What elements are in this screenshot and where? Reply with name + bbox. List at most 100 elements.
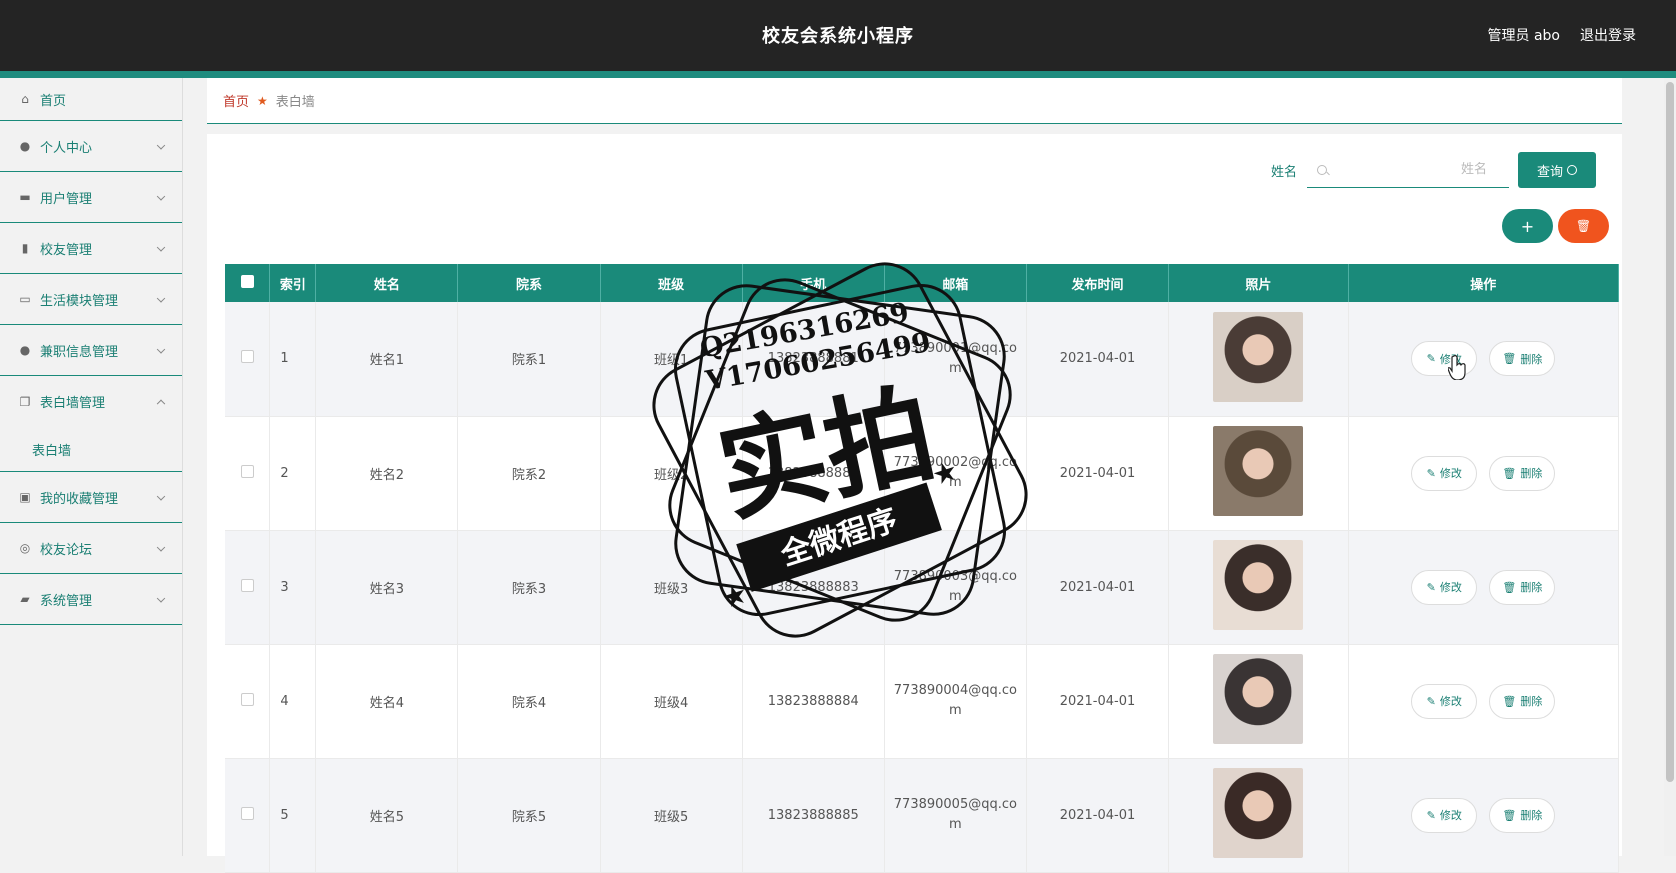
email-line: 773890004@qq.co [893,683,1017,698]
trash-icon: 🗑 [1575,219,1592,233]
search-input[interactable] [1327,162,1487,177]
cell-name: 姓名3 [315,530,459,645]
column-header: 姓名 [315,264,459,302]
cell-time: 2021-04-01 [1026,758,1170,873]
email-line: m [949,475,962,490]
card-icon: ▭ [19,292,31,306]
add-button[interactable]: + [1502,209,1553,243]
email-line: m [949,360,962,376]
row-select-cell [225,758,271,873]
sidebar-item-users[interactable]: ▬ 用户管理 [0,172,182,223]
delete-label: 删除 [1520,467,1543,480]
batch-delete-button[interactable]: 🗑 [1558,209,1609,243]
sidebar-subitem-confession-wall[interactable]: 表白墙 [0,427,182,472]
cell-email: 773890001@qq.co m [884,302,1027,417]
sidebar: ⌂ 首页 ● 个人中心 ▬ 用户管理 ▮ 校友管理 ▭ 生活模块管理 ● 兼职信… [0,78,183,856]
sidebar-item-label: 系统管理 [40,593,93,609]
delete-label: 删除 [1520,809,1543,822]
delete-button[interactable]: 🗑 删除 [1489,341,1556,377]
sidebar-item-parttime[interactable]: ● 兼职信息管理 [0,325,182,376]
edit-label: 修改 [1439,695,1462,708]
pencil-icon: ✎ [1426,466,1436,480]
cell-actions: ✎ 修改 🗑 删除 [1348,530,1620,645]
cell-phone: 13823888884 [742,644,885,759]
chevron-down-icon [156,141,166,150]
delete-button[interactable]: 🗑 删除 [1489,797,1556,833]
delete-button[interactable]: 🗑 删除 [1489,569,1556,605]
cell-index: 2 [269,416,317,531]
edit-button[interactable]: ✎ 修改 [1411,455,1478,491]
email-line: m [949,817,962,832]
cell-dept: 院系4 [457,644,601,759]
pencil-icon: ✎ [1426,694,1436,708]
search-label: 姓名 [1270,164,1297,180]
column-header: 照片 [1168,264,1349,302]
row-checkbox[interactable] [240,806,254,820]
pencil-icon: ✎ [1426,352,1436,366]
person-icon: ● [19,343,31,357]
cell-photo [1168,758,1349,873]
row-checkbox[interactable] [240,350,254,364]
home-icon: ⌂ [21,92,29,106]
edit-button[interactable]: ✎ 修改 [1411,797,1478,833]
plus-icon: + [1520,216,1535,236]
cell-dept: 院系2 [457,416,601,531]
cell-name: 姓名2 [315,416,459,531]
sidebar-item-label: 表白墙管理 [40,396,106,411]
delete-button[interactable]: 🗑 删除 [1489,455,1556,491]
sidebar-item-confession[interactable]: ❐ 表白墙管理 [0,376,182,427]
row-checkbox[interactable] [240,464,254,478]
cell-photo [1168,530,1349,645]
sidebar-item-profile[interactable]: ● 个人中心 [0,121,182,172]
cell-index: 1 [269,302,317,417]
cell-phone: 13823888882 [742,416,885,531]
search-button[interactable]: 查询 [1518,152,1596,188]
sidebar-item-favorites[interactable]: ▣ 我的收藏管理 [0,472,182,523]
portrait-photo[interactable] [1213,540,1304,630]
portrait-photo[interactable] [1213,654,1304,744]
cell-time: 2021-04-01 [1026,302,1170,417]
chat-icon: ▣ [19,490,31,504]
chevron-down-icon [156,543,166,552]
cell-dept: 院系3 [457,530,601,645]
cell-time: 2021-04-01 [1026,644,1170,759]
edit-button[interactable]: ✎ 修改 [1411,569,1478,605]
row-select-cell [225,416,271,531]
cell-actions: ✎ 修改 🗑 删除 [1348,302,1620,417]
edit-button[interactable]: ✎ 修改 [1411,683,1478,719]
table-row: 1 姓名1 院系1 班级1 13823888881 773890001@qq.c… [225,302,1620,417]
scrollbar-thumb[interactable] [1666,82,1674,782]
page-scrollbar[interactable] [1664,78,1676,856]
row-checkbox[interactable] [240,578,254,592]
sidebar-item-home[interactable]: ⌂ 首页 [0,78,182,121]
portrait-photo[interactable] [1213,426,1304,516]
content-card: 姓名 查询 + 🗑 索引 姓名 院系 [207,134,1622,873]
row-select-cell [225,644,271,759]
trash-icon: 🗑 [1502,694,1517,708]
sidebar-item-forum[interactable]: ◎ 校友论坛 [0,523,182,574]
column-header: 操作 [1348,264,1620,302]
header-accent-stripe [0,71,1676,78]
search-icon [1317,164,1327,175]
sidebar-item-alumni[interactable]: ▮ 校友管理 [0,223,182,274]
cell-photo [1168,302,1349,417]
clipboard-icon: ▮ [21,241,29,255]
select-all-checkbox[interactable] [240,274,254,288]
sidebar-item-system[interactable]: ▰ 系统管理 [0,574,182,625]
briefcase-icon: ▬ [19,190,31,204]
portrait-photo[interactable] [1213,311,1304,402]
sidebar-item-life[interactable]: ▭ 生活模块管理 [0,274,182,325]
portrait-photo[interactable] [1213,768,1304,858]
row-checkbox[interactable] [240,692,254,706]
email-line: 773890001@qq.co [893,340,1017,356]
trash-icon: 🗑 [1502,808,1517,822]
cell-email: 773890005@qq.co m [884,758,1027,873]
cell-name: 姓名5 [315,758,459,873]
delete-button[interactable]: 🗑 删除 [1489,683,1556,719]
pencil-icon: ✎ [1426,580,1436,594]
breadcrumb-home[interactable]: 首页 [223,91,249,110]
logout-button[interactable]: 退出登录 [1580,25,1636,45]
sidebar-item-label: 生活模块管理 [40,293,119,309]
trash-icon: 🗑 [1502,466,1517,480]
email-line: m [949,703,962,718]
